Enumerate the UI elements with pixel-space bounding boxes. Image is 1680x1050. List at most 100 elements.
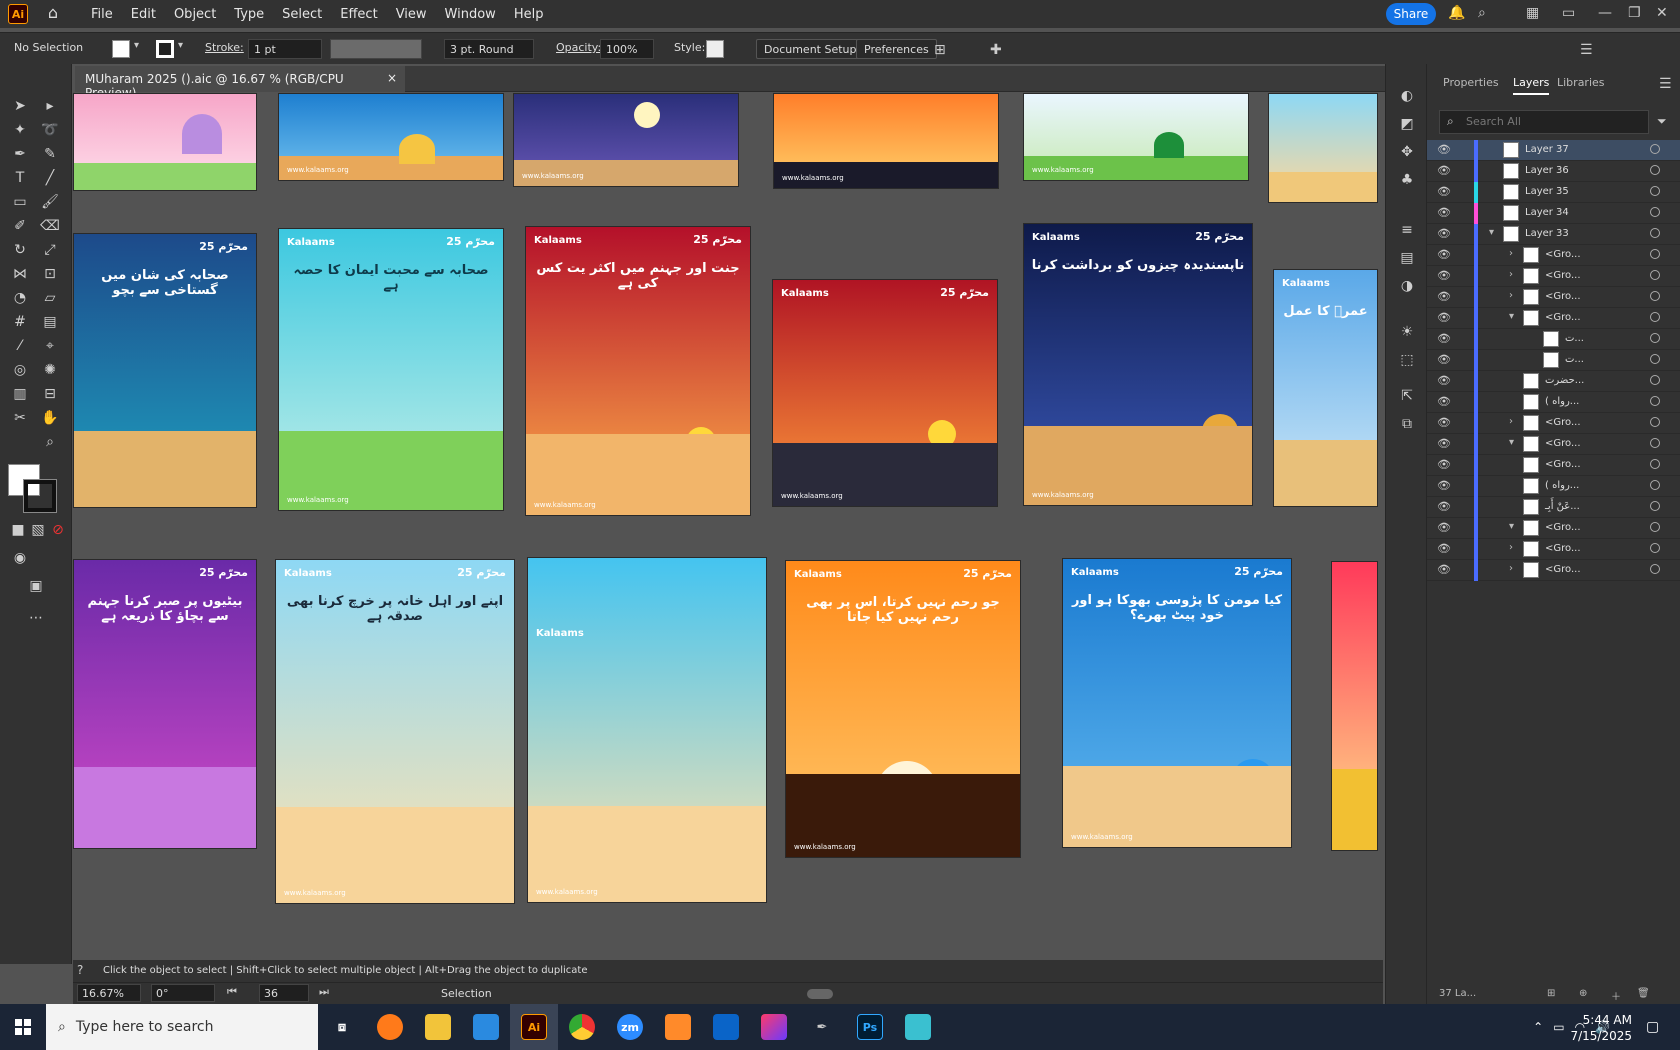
artboard[interactable]: www.kalaams.org (513, 93, 739, 187)
shaper-icon[interactable]: ✐ (10, 216, 30, 236)
links-icon[interactable]: ⧉ (1397, 414, 1417, 434)
layer-row[interactable]: 👁 Layer 34 (1427, 203, 1680, 224)
artboard[interactable] (1268, 93, 1378, 203)
target-circle-icon[interactable] (1650, 207, 1660, 217)
symbol-sprayer-icon[interactable]: ✺ (40, 360, 60, 380)
windows-start-icon[interactable] (0, 1004, 46, 1050)
visibility-eye-icon[interactable]: 👁 (1437, 437, 1451, 450)
artboard[interactable]: Kalaams محرّم 25 www.kalaams.org (772, 279, 998, 507)
shape-builder-icon[interactable]: ◔ (10, 288, 30, 308)
export-icon[interactable]: ⇱ (1397, 386, 1417, 406)
firefox-icon[interactable] (366, 1004, 414, 1050)
menu-type[interactable]: Type (225, 7, 273, 22)
none-mode-icon[interactable]: ⊘ (48, 520, 68, 540)
zoom-tool-icon[interactable]: ⌕ (40, 432, 60, 452)
target-circle-icon[interactable] (1650, 438, 1660, 448)
target-circle-icon[interactable] (1650, 375, 1660, 385)
paintbrush-icon[interactable]: 🖌 (40, 192, 60, 212)
eraser-icon[interactable]: ⌫ (40, 216, 60, 236)
graphic-style-swatch[interactable] (706, 40, 724, 58)
notifications-icon[interactable]: ▢ (1646, 1019, 1659, 1035)
visibility-eye-icon[interactable]: 👁 (1437, 563, 1451, 576)
more-tools-icon[interactable]: ⋯ (26, 608, 46, 628)
share-button[interactable]: Share (1386, 3, 1436, 25)
artboard[interactable]: www.kalaams.org (773, 93, 999, 189)
artboards-panel-icon[interactable]: ☀ (1397, 322, 1417, 342)
target-circle-icon[interactable] (1650, 522, 1660, 532)
target-circle-icon[interactable] (1650, 501, 1660, 511)
layer-row[interactable]: 👁 <Gro... (1427, 455, 1680, 476)
stroke-panel-icon[interactable]: ≡ (1397, 220, 1417, 240)
layer-row[interactable]: 👁 ▾ Layer 33 (1427, 224, 1680, 245)
artboard[interactable] (73, 93, 257, 191)
opacity-field[interactable]: 100% (600, 39, 654, 59)
artboard[interactable]: www.kalaams.org (1023, 93, 1249, 181)
artboard[interactable]: Kalaams محرّم 25 جنت اور جہنم میں اکثر ی… (525, 226, 751, 516)
visibility-eye-icon[interactable]: 👁 (1437, 479, 1451, 492)
target-circle-icon[interactable] (1650, 354, 1660, 364)
target-circle-icon[interactable] (1650, 270, 1660, 280)
taskbar-search-input[interactable]: ⌕ Type here to search (46, 1004, 318, 1050)
measure-icon[interactable]: ⌖ (40, 336, 60, 356)
target-circle-icon[interactable] (1650, 291, 1660, 301)
expand-arrow-icon[interactable]: ▾ (1509, 521, 1514, 532)
brushes-icon[interactable]: ✥ (1397, 142, 1417, 162)
layer-row[interactable]: 👁 › <Gro... (1427, 413, 1680, 434)
target-circle-icon[interactable] (1650, 480, 1660, 490)
target-circle-icon[interactable] (1650, 564, 1660, 574)
target-circle-icon[interactable] (1650, 396, 1660, 406)
target-circle-icon[interactable] (1650, 228, 1660, 238)
visibility-eye-icon[interactable]: 👁 (1437, 542, 1451, 555)
sublayer-icon[interactable]: ⊕ (1579, 988, 1587, 999)
network-icon[interactable]: ▭ (1553, 1020, 1564, 1034)
close-icon[interactable]: ✕ (1656, 5, 1668, 21)
rectangle-tool-icon[interactable]: ▭ (10, 192, 30, 212)
artboard[interactable]: Kalaams www.kalaams.org (527, 557, 767, 903)
artboard[interactable]: Kalaams محرّم 25 اپنے اور اہل خانہ پر خر… (275, 559, 515, 904)
visibility-eye-icon[interactable]: 👁 (1437, 269, 1451, 282)
artboard[interactable]: www.kalaams.org (278, 93, 504, 181)
artboard-number[interactable]: 36 (259, 984, 309, 1002)
layer-row[interactable]: 👁 › <Gro... (1427, 560, 1680, 581)
brush-definition[interactable]: 3 pt. Round (444, 39, 534, 59)
add-icon[interactable]: ＋ (1611, 988, 1621, 1003)
menu-select[interactable]: Select (273, 7, 331, 22)
chevron-down-icon[interactable]: ▾ (178, 40, 183, 51)
visibility-eye-icon[interactable]: 👁 (1437, 374, 1451, 387)
artboard[interactable]: Kalaams محرّم 25 ناپسندیدہ چیزوں کو بردا… (1023, 223, 1253, 506)
clock[interactable]: 5:44 AM 7/15/2025 (1570, 1012, 1632, 1044)
target-circle-icon[interactable] (1650, 144, 1660, 154)
direct-selection-tool-icon[interactable]: ▸ (40, 96, 60, 116)
layer-row[interactable]: 👁 ▾ <Gro... (1427, 434, 1680, 455)
minimize-icon[interactable]: — (1598, 5, 1612, 21)
eyedropper-icon[interactable]: ⁄ (10, 336, 30, 356)
expand-arrow-icon[interactable]: › (1509, 416, 1513, 427)
zoom-app-icon[interactable]: zm (606, 1004, 654, 1050)
layer-row[interactable]: 👁 ت... (1427, 329, 1680, 350)
layer-row[interactable]: 👁 › <Gro... (1427, 287, 1680, 308)
stroke-weight-field[interactable]: 1 pt (248, 39, 322, 59)
gradient-mode-icon[interactable]: ▧ (28, 520, 48, 540)
target-circle-icon[interactable] (1650, 459, 1660, 469)
slice-icon[interactable]: ✂ (10, 408, 30, 428)
visibility-eye-icon[interactable]: 👁 (1437, 416, 1451, 429)
menu-help[interactable]: Help (505, 7, 553, 22)
free-transform-icon[interactable]: ⊡ (40, 264, 60, 284)
visibility-eye-icon[interactable]: 👁 (1437, 500, 1451, 513)
menu-view[interactable]: View (387, 7, 436, 22)
stroke-swatch[interactable] (156, 40, 174, 58)
expand-arrow-icon[interactable]: › (1509, 563, 1513, 574)
target-circle-icon[interactable] (1650, 249, 1660, 259)
layer-row[interactable]: 👁 › <Gro... (1427, 266, 1680, 287)
tab-libraries[interactable]: Libraries (1557, 76, 1605, 89)
appearance-icon[interactable]: ◐ (1397, 86, 1417, 106)
layer-row[interactable]: 👁 حضرت... (1427, 371, 1680, 392)
file-explorer-icon[interactable] (414, 1004, 462, 1050)
new-layer-icon[interactable]: ⊞ (1547, 988, 1555, 999)
layer-row[interactable]: 👁 عَنْ أَبِـ... (1427, 497, 1680, 518)
illustrator-taskbar-icon[interactable]: Ai (510, 1004, 558, 1050)
arrange-icon[interactable]: ▦ (1526, 5, 1539, 21)
layer-row[interactable]: 👁 ▾ <Gro... (1427, 308, 1680, 329)
lasso-icon[interactable]: ➰ (40, 120, 60, 140)
task-view-icon[interactable]: ⧈ (318, 1004, 366, 1050)
